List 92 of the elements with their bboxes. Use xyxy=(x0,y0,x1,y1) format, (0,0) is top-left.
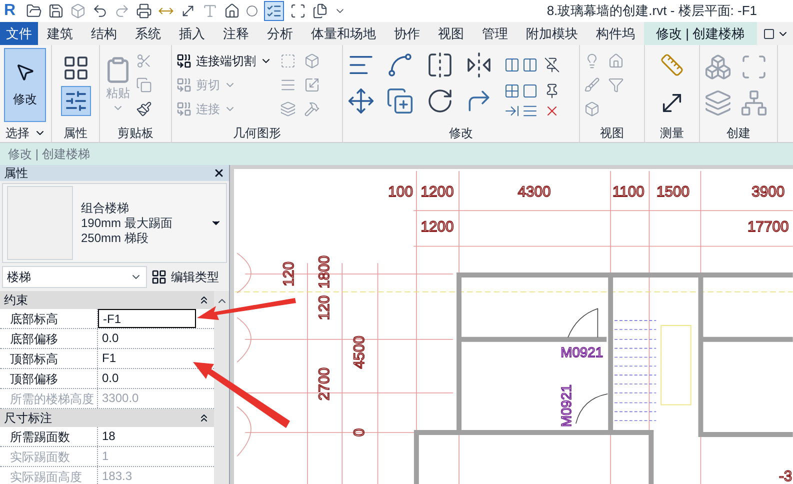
ribbon-tab[interactable]: 插入 xyxy=(170,22,214,45)
door-tag: M0921 xyxy=(558,384,574,427)
close-icon[interactable] xyxy=(213,167,225,179)
cube-icon[interactable] xyxy=(70,3,86,19)
ribbon-tab[interactable]: 协作 xyxy=(385,22,429,45)
group-header[interactable]: 尺寸标注 xyxy=(0,409,214,427)
edit-type-button[interactable]: 编辑类型 xyxy=(151,268,219,286)
type-name: 组合楼梯 xyxy=(81,200,130,216)
panel-label: 修改 xyxy=(449,125,473,142)
ribbon-tab[interactable]: 构件坞 xyxy=(587,22,644,45)
category-value: 楼梯 xyxy=(7,269,31,286)
dimension-text: 3900 xyxy=(752,184,785,201)
dimension-text: 1100 xyxy=(612,184,644,201)
dimension-text: 1200 xyxy=(420,219,454,236)
type-name: 190mm 最大踢面 xyxy=(81,216,172,230)
ribbon-tab[interactable]: 分析 xyxy=(258,22,302,45)
circle-icon[interactable] xyxy=(246,5,258,17)
door-tag: M0921 xyxy=(560,344,604,360)
collapse-icon[interactable] xyxy=(198,294,210,306)
ribbon-tab[interactable]: 系统 xyxy=(126,22,170,45)
collapse-icon[interactable] xyxy=(198,412,210,424)
property-label: 顶部偏移 xyxy=(0,369,98,388)
property-label: 底部偏移 xyxy=(0,329,98,348)
open-icon[interactable] xyxy=(26,3,42,19)
dimension-text: -3 xyxy=(778,469,792,484)
property-value[interactable]: -F1 xyxy=(98,309,196,328)
move-icon[interactable] xyxy=(347,86,375,114)
dimension-text: 100 xyxy=(388,184,413,201)
thin-lines-toggle[interactable] xyxy=(264,1,284,21)
dimension-text: 4500 xyxy=(352,336,368,369)
ribbon-tab[interactable]: 体量和场地 xyxy=(302,22,385,45)
panel-title: 属性 xyxy=(4,165,28,182)
property-label: 顶部标高 xyxy=(0,349,98,368)
panel-label: 几何图形 xyxy=(233,125,281,142)
property-label: 所需踢面数 xyxy=(0,427,98,446)
panel-label: 属性 xyxy=(64,125,88,142)
modify-button[interactable]: 修改 xyxy=(4,48,46,122)
save-icon[interactable] xyxy=(48,3,64,19)
property-label: 底部标高 xyxy=(0,309,98,328)
paintbrush-icon[interactable] xyxy=(136,100,152,116)
panel-label: 创建 xyxy=(726,125,750,142)
file-menu-tab[interactable]: 文件 xyxy=(0,22,38,45)
array-icon[interactable] xyxy=(504,82,520,98)
property-label: 实际踢面数 xyxy=(0,447,98,466)
property-value[interactable]: F1 xyxy=(98,349,196,368)
redo-icon[interactable] xyxy=(114,3,130,19)
geometry-tool-button[interactable]: 连接端切割 xyxy=(176,52,272,70)
dimension-text: 120 xyxy=(282,262,298,286)
panel-label: 剪贴板 xyxy=(118,125,154,142)
dimension-text: 17700 xyxy=(747,219,789,236)
grid-icon[interactable] xyxy=(151,269,167,285)
panel-label: 选择 xyxy=(6,125,30,142)
ribbon-tab[interactable]: 视图 xyxy=(429,22,473,45)
scrollbar[interactable] xyxy=(214,291,229,484)
property-label: 所需的楼梯高度 xyxy=(0,389,98,408)
undo-icon[interactable] xyxy=(92,3,108,19)
property-value[interactable]: 0.0 xyxy=(98,369,196,388)
text-icon[interactable] xyxy=(202,3,218,19)
window-title: 8.玻璃幕墙的创建.rvt - 楼层平面: -F1 xyxy=(546,2,757,20)
property-label: 实际踢面高度 xyxy=(0,467,98,484)
ribbon-tab[interactable]: 管理 xyxy=(473,22,517,45)
pointer-icon[interactable] xyxy=(15,62,35,82)
property-value[interactable]: 18 xyxy=(98,427,196,446)
app-logo[interactable]: R xyxy=(4,0,20,23)
house-icon[interactable] xyxy=(224,3,240,19)
category-dropdown[interactable]: 楼梯 xyxy=(2,266,147,288)
mirror-draw-icon[interactable] xyxy=(465,50,493,78)
ribbon-tab[interactable]: 建筑 xyxy=(38,22,82,45)
dimension-text: 4300 xyxy=(518,184,551,201)
panel-label: 视图 xyxy=(600,125,624,142)
print-icon[interactable] xyxy=(136,3,152,19)
ribbon-tab[interactable]: 修改 | 创建楼梯 xyxy=(644,22,757,45)
ribbon-tab[interactable]: 注释 xyxy=(214,22,258,45)
dimension-text: 2700 xyxy=(317,367,334,400)
type-selector[interactable]: 组合楼梯 190mm 最大踢面 250mm 梯段 xyxy=(2,183,227,263)
rotate-icon[interactable] xyxy=(426,86,454,114)
dimension-text: 1500 xyxy=(656,184,690,201)
ribbon-tab[interactable]: 结构 xyxy=(82,22,126,45)
group-header[interactable]: 约束 xyxy=(0,291,214,309)
context-label: 修改 | 创建楼梯 xyxy=(8,146,90,163)
dimension-text: 1200 xyxy=(420,184,454,201)
type-name: 250mm 梯段 xyxy=(81,230,150,246)
panel-label: 测量 xyxy=(660,125,684,142)
unpin-icon[interactable] xyxy=(544,56,560,72)
dimension-text: 1800 xyxy=(317,256,334,289)
grid-bubble xyxy=(236,252,252,294)
ribbon-tab[interactable]: 附加模块 xyxy=(517,22,587,45)
dimension-text: 0 xyxy=(352,428,368,437)
grid-bubble xyxy=(236,317,252,363)
copy-tool-icon[interactable] xyxy=(386,86,414,114)
property-value[interactable]: 0.0 xyxy=(98,329,196,348)
grid-bubble xyxy=(236,406,252,457)
